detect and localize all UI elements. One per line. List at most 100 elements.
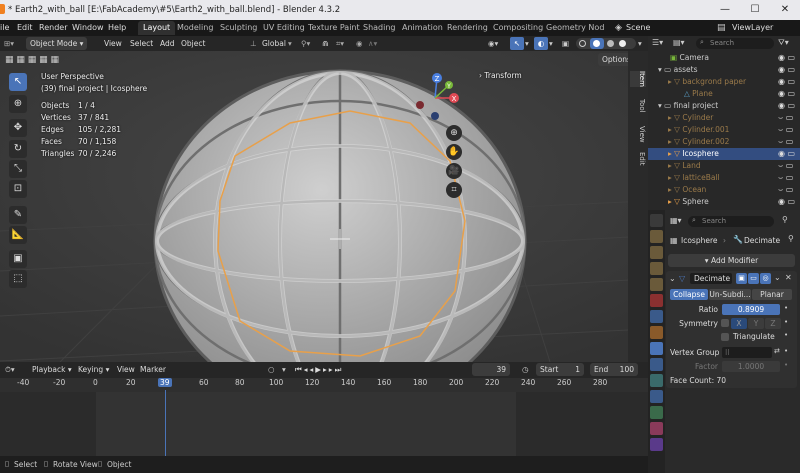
mode-selector[interactable]: Object Mode ▾ [26, 37, 88, 50]
rotate-tool[interactable]: ↻ [9, 140, 27, 158]
modifier-menu-icon[interactable]: ⌄ [774, 273, 781, 282]
overlay-toggle-icon[interactable]: ◐ [534, 37, 548, 50]
mode-unsubdivide-button[interactable]: Un-Subdi... [709, 289, 751, 300]
symmetry-checkbox[interactable] [721, 319, 729, 327]
keyframe-dot-icon[interactable]: • [784, 361, 788, 369]
outliner-search[interactable]: ⌕ Search [696, 38, 774, 49]
modifier-tab-icon[interactable] [650, 342, 663, 355]
record-icon[interactable]: ○ [268, 363, 275, 376]
playhead-frame[interactable]: 39 [158, 378, 172, 387]
tab-sculpting[interactable]: Sculpting [215, 21, 262, 35]
start-frame-field[interactable]: Start 1 [536, 363, 584, 376]
pin-icon[interactable]: ⚲ [782, 215, 788, 224]
measure-tool[interactable]: 📐 [9, 226, 27, 244]
collection-tab-icon[interactable] [650, 310, 663, 323]
scene-selector[interactable]: Scene [626, 20, 650, 36]
move-tool[interactable]: ✥ [9, 119, 27, 137]
keyframe-dot-icon[interactable]: • [784, 347, 788, 355]
tab-compositing[interactable]: Compositing [488, 21, 548, 35]
tab-uv-editing[interactable]: UV Editing [258, 21, 310, 35]
viewlayer-selector[interactable]: ViewLayer [732, 20, 773, 36]
pivot-icon[interactable]: ▾ [288, 37, 292, 50]
symmetry-axis-y[interactable]: Y [748, 318, 764, 329]
tab-geometry-nodes[interactable]: Geometry Nod [541, 21, 609, 35]
scene-tab-icon[interactable] [650, 278, 663, 291]
menu-edit[interactable]: Edit [17, 20, 33, 36]
current-frame-field[interactable]: 39 [472, 363, 510, 376]
invert-icon[interactable]: ⇄ [774, 347, 780, 355]
wireframe-shading-icon[interactable] [579, 40, 586, 47]
symmetry-axis-z[interactable]: Z [765, 318, 781, 329]
symmetry-axis-x[interactable]: X [731, 318, 747, 329]
tab-rendering[interactable]: Rendering [442, 21, 493, 35]
filter-icon[interactable]: ⛛▾ [778, 38, 789, 48]
gizmo-toggle-icon[interactable]: ↖ [510, 37, 524, 50]
material-shading-icon[interactable] [607, 40, 614, 47]
modifier-name-field[interactable]: Decimate [690, 273, 732, 284]
snap-target-icon[interactable]: ⌗▾ [336, 37, 344, 50]
shading-dropdown-icon[interactable]: ▾ [638, 37, 642, 50]
menu-timeline-view[interactable]: View [117, 363, 135, 376]
end-frame-field[interactable]: End 100 [590, 363, 638, 376]
remove-modifier-icon[interactable]: ✕ [785, 273, 792, 282]
triangulate-checkbox[interactable] [721, 333, 729, 341]
pin-icon[interactable]: ⚲ [788, 234, 794, 243]
rendered-shading-icon[interactable] [619, 40, 626, 47]
tab-modeling[interactable]: Modeling [172, 21, 218, 35]
select-box-tool[interactable]: ↖ [9, 73, 27, 91]
eye-hidden-icon[interactable]: ⌣ ▭ [778, 124, 800, 136]
tool-tab-icon[interactable] [650, 214, 663, 227]
pan-hand-icon[interactable]: ✋ [446, 144, 462, 160]
mode-collapse-button[interactable]: Collapse [670, 289, 708, 300]
zoom-icon[interactable]: ⊕ [446, 125, 462, 141]
physics-tab-icon[interactable] [650, 374, 663, 387]
falloff-icon[interactable]: ∧▾ [368, 37, 377, 50]
eye-icon[interactable]: ◉ ▭ [778, 148, 800, 160]
tab-edit[interactable]: Edit [630, 152, 646, 166]
editor-type-icon[interactable]: ⊞▾ [4, 37, 14, 50]
tab-animation[interactable]: Animation [397, 21, 448, 35]
eye-icon[interactable]: ◉ ▭ [778, 100, 800, 112]
display-mode-icon[interactable]: ▤▾ [673, 38, 685, 47]
menu-object[interactable]: Object [181, 37, 205, 50]
xray-icon[interactable]: ▣ [562, 37, 569, 50]
render-toggle-icon[interactable]: ◎ [760, 273, 771, 284]
tab-view[interactable]: View [630, 126, 646, 143]
close-button[interactable]: ✕ [770, 2, 800, 18]
menu-select[interactable]: Select [130, 37, 153, 50]
playback-controls[interactable]: ⏮◂◂▶▸▸⏭ [295, 363, 343, 376]
annotate-tool[interactable]: ✎ [9, 206, 27, 224]
proportional-edit-icon[interactable]: ◉ [356, 37, 363, 50]
perspective-grid-icon[interactable]: ⌗ [446, 182, 462, 198]
vertex-group-field[interactable]: ⁝⁝ [722, 347, 772, 358]
maximize-button[interactable]: ☐ [740, 2, 770, 18]
gizmo-dropdown-icon[interactable]: ▾ [525, 37, 529, 50]
object-tab-icon[interactable] [650, 326, 663, 339]
eye-icon[interactable]: ◉ ▭ [778, 196, 800, 208]
tab-texture-paint[interactable]: Texture Paint [303, 21, 365, 35]
add-cube-tool[interactable]: ▣ [9, 250, 27, 268]
timeline-editor-icon[interactable]: ⏱▾ [5, 363, 15, 376]
menu-render[interactable]: Render [39, 20, 67, 36]
minimize-button[interactable]: — [710, 2, 740, 18]
solid-shading-icon[interactable] [590, 38, 604, 49]
particles-tab-icon[interactable] [650, 358, 663, 371]
eye-hidden-icon[interactable]: ⌣ ▭ [778, 160, 800, 172]
properties-search[interactable]: ⌕ Search [688, 216, 774, 227]
menu-window[interactable]: Window [72, 20, 104, 36]
snap-icon[interactable]: ⚲▾ [301, 37, 310, 50]
clock-icon[interactable]: ◷ [522, 363, 529, 376]
scale-tool[interactable]: ⤡ [9, 160, 27, 178]
transform-panel-toggle[interactable]: › Transform [479, 71, 522, 80]
tab-shading[interactable]: Shading [358, 21, 401, 35]
eye-hidden-icon[interactable]: ⌣ ▭ [778, 184, 800, 196]
material-tab-icon[interactable] [650, 422, 663, 435]
eye-hidden-icon[interactable]: ⌣ ▭ [778, 172, 800, 184]
eye-hidden-icon[interactable]: ⌣ ▭ [778, 136, 800, 148]
world-tab-icon[interactable] [650, 294, 663, 307]
edit-mode-toggle-icon[interactable]: ▣ [736, 273, 747, 284]
transform-tool[interactable]: ⊡ [9, 180, 27, 198]
properties-editor-icon[interactable]: ▦▾ [670, 216, 682, 225]
camera-view-icon[interactable]: 🎥 [446, 163, 462, 179]
cursor-tool[interactable]: ⊕ [9, 95, 27, 113]
